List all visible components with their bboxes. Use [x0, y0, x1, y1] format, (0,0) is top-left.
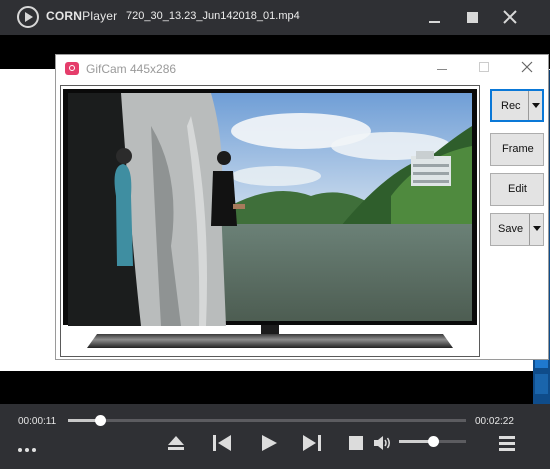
gifcam-close-icon[interactable]	[521, 60, 533, 77]
gifcam-window[interactable]: GifCam 445x286 Rec Frame Edit Save	[55, 54, 549, 360]
edit-button[interactable]: Edit	[490, 173, 544, 206]
file-name: 720_30_13.23_Jun142018_01.mp4	[126, 10, 300, 22]
maximize-icon[interactable]	[461, 7, 483, 29]
menu-icon[interactable]	[497, 433, 517, 458]
tv-video-preview	[61, 86, 479, 356]
gifcam-logo-icon	[65, 62, 79, 75]
total-time: 00:02:22	[475, 416, 514, 427]
gifcam-title: GifCam 445x286	[86, 62, 177, 76]
play-icon[interactable]	[259, 433, 279, 458]
seek-handle[interactable]	[94, 415, 106, 426]
previous-icon[interactable]	[211, 433, 233, 458]
frame-button[interactable]: Frame	[490, 133, 544, 166]
player-titlebar: CORNPlayer 720_30_13.23_Jun142018_01.mp4	[0, 0, 550, 35]
cornplayer-logo-icon	[17, 6, 39, 28]
current-time: 00:00:11	[18, 416, 57, 427]
save-button[interactable]: Save	[490, 213, 544, 246]
volume-slider[interactable]	[399, 436, 466, 447]
save-dropdown-icon[interactable]	[529, 214, 543, 245]
minimize-icon[interactable]	[423, 7, 445, 29]
gifcam-maximize-icon[interactable]	[478, 60, 490, 77]
next-icon[interactable]	[301, 433, 323, 458]
rec-dropdown-icon[interactable]	[528, 91, 542, 120]
volume-icon[interactable]	[372, 433, 394, 458]
gifcam-minimize-icon[interactable]	[436, 60, 448, 77]
playback-controls: 00:00:11 00:02:22	[0, 404, 550, 469]
stop-icon[interactable]	[346, 433, 366, 458]
volume-handle[interactable]	[427, 436, 439, 447]
more-icon[interactable]	[17, 440, 39, 458]
capture-region[interactable]	[60, 85, 480, 357]
eject-icon[interactable]	[166, 433, 186, 458]
rec-button[interactable]: Rec	[490, 89, 544, 122]
seek-bar[interactable]	[68, 415, 466, 426]
close-icon[interactable]	[499, 7, 521, 29]
gifcam-titlebar[interactable]: GifCam 445x286	[56, 55, 548, 83]
app-brand: CORNPlayer	[46, 9, 118, 23]
